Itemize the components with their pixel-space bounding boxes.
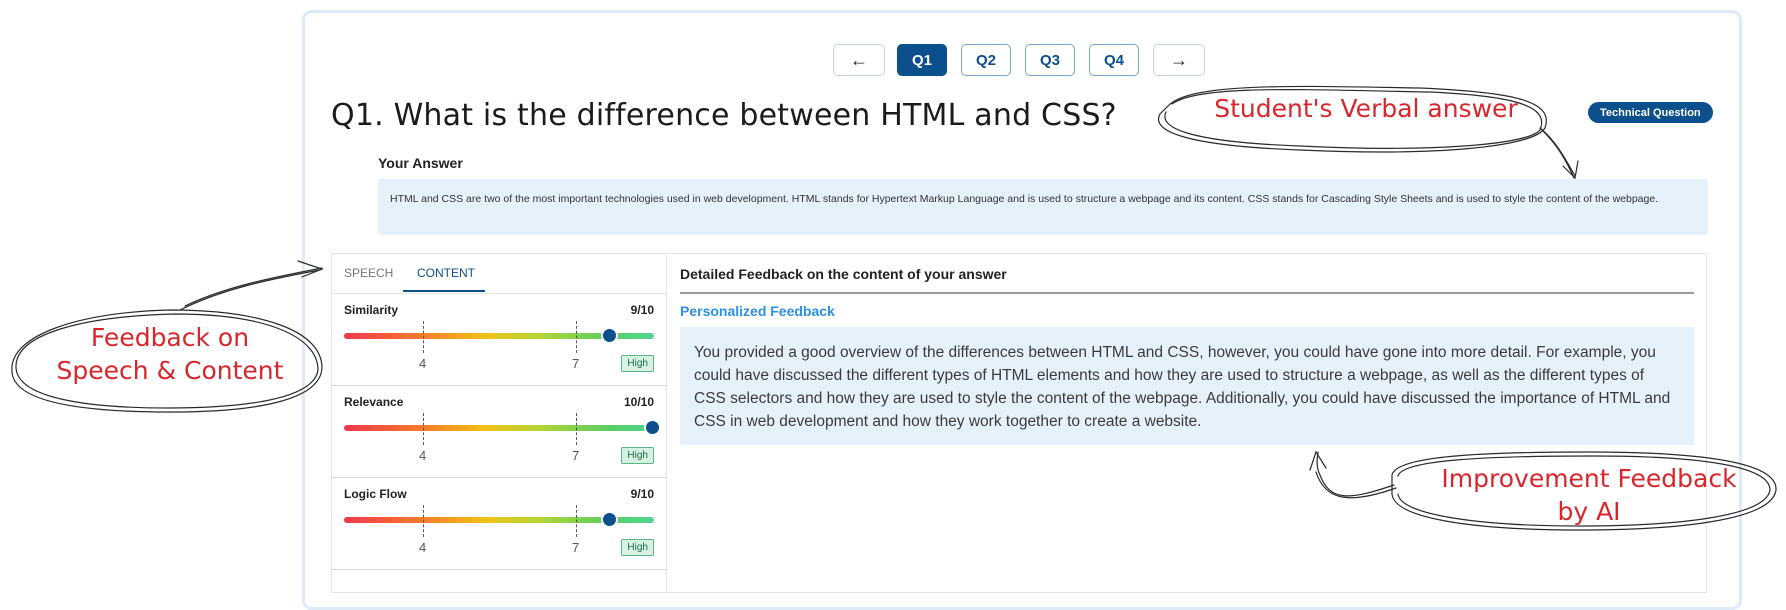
next-button[interactable]: → <box>1153 44 1205 76</box>
threshold-high-label: 7 <box>572 448 580 463</box>
metric-name: Relevance <box>344 395 404 409</box>
tab-content[interactable]: CONTENT <box>417 266 475 280</box>
tab-q1-label: Q1 <box>911 51 932 69</box>
tab-q2[interactable]: Q2 <box>961 44 1011 76</box>
tab-q4-label: Q4 <box>1103 51 1124 69</box>
tab-q3-label: Q3 <box>1039 51 1060 69</box>
metric-logic-flow: Logic Flow 9/10 4 7 High <box>331 477 667 570</box>
question-title: Q1. What is the difference between HTML … <box>331 98 1117 133</box>
arrow-right-icon: → <box>1170 49 1188 70</box>
level-badge: High <box>621 355 654 372</box>
level-badge: High <box>621 539 654 556</box>
prev-button[interactable]: ← <box>833 44 885 76</box>
metric-similarity: Similarity 9/10 4 7 High <box>331 293 667 386</box>
metric-name: Logic Flow <box>344 487 407 501</box>
annotation-ai-line2: by AI <box>1557 497 1621 526</box>
arrow-left-icon: ← <box>850 49 868 70</box>
metric-score: 9/10 <box>630 303 654 317</box>
feedback-text: You provided a good overview of the diff… <box>680 327 1694 445</box>
score-track <box>344 425 654 431</box>
metric-score: 10/10 <box>623 395 654 409</box>
tab-q4[interactable]: Q4 <box>1089 44 1139 76</box>
threshold-high-label: 7 <box>572 540 580 555</box>
answer-text: HTML and CSS are two of the most importa… <box>378 179 1708 235</box>
score-knob <box>603 513 617 526</box>
speech-content-arrow <box>179 269 321 311</box>
threshold-high-label: 7 <box>572 356 580 371</box>
active-tab-indicator <box>403 290 485 292</box>
threshold-high-marker <box>576 321 577 353</box>
threshold-low-marker <box>423 321 424 353</box>
question-nav: ← Q1 Q2 Q3 Q4 → <box>0 44 1786 78</box>
metric-relevance: Relevance 10/10 4 7 High <box>331 385 667 478</box>
annotation-speech-line2: Speech & Content <box>56 356 284 385</box>
threshold-high-marker <box>576 413 577 445</box>
feedback-divider <box>680 292 1694 294</box>
threshold-low-label: 4 <box>419 540 427 555</box>
threshold-low-marker <box>423 505 424 537</box>
feedback-title: Detailed Feedback on the content of your… <box>680 266 1007 282</box>
question-type-badge: Technical Question <box>1588 102 1713 123</box>
answer-label: Your Answer <box>378 155 463 171</box>
score-knob <box>645 421 659 434</box>
metric-score: 9/10 <box>630 487 654 501</box>
threshold-high-marker <box>576 505 577 537</box>
metrics-tabs: SPEECH CONTENT <box>331 253 667 294</box>
metrics-panel: SPEECH CONTENT Similarity 9/10 4 7 High … <box>331 253 667 593</box>
tab-q1[interactable]: Q1 <box>897 44 947 76</box>
level-badge: High <box>621 447 654 464</box>
tab-speech[interactable]: SPEECH <box>344 266 393 280</box>
threshold-low-label: 4 <box>419 356 427 371</box>
tab-q2-label: Q2 <box>975 51 996 69</box>
score-knob <box>603 329 617 342</box>
metric-name: Similarity <box>344 303 399 317</box>
annotation-verbal-answer: Student's Verbal answer <box>1214 94 1518 123</box>
annotation-ai-line1: Improvement Feedback <box>1441 464 1737 493</box>
threshold-low-marker <box>423 413 424 445</box>
feedback-subtitle: Personalized Feedback <box>680 303 835 319</box>
annotation-speech-line1: Feedback on <box>90 323 250 352</box>
tab-q3[interactable]: Q3 <box>1025 44 1075 76</box>
threshold-low-label: 4 <box>419 448 427 463</box>
